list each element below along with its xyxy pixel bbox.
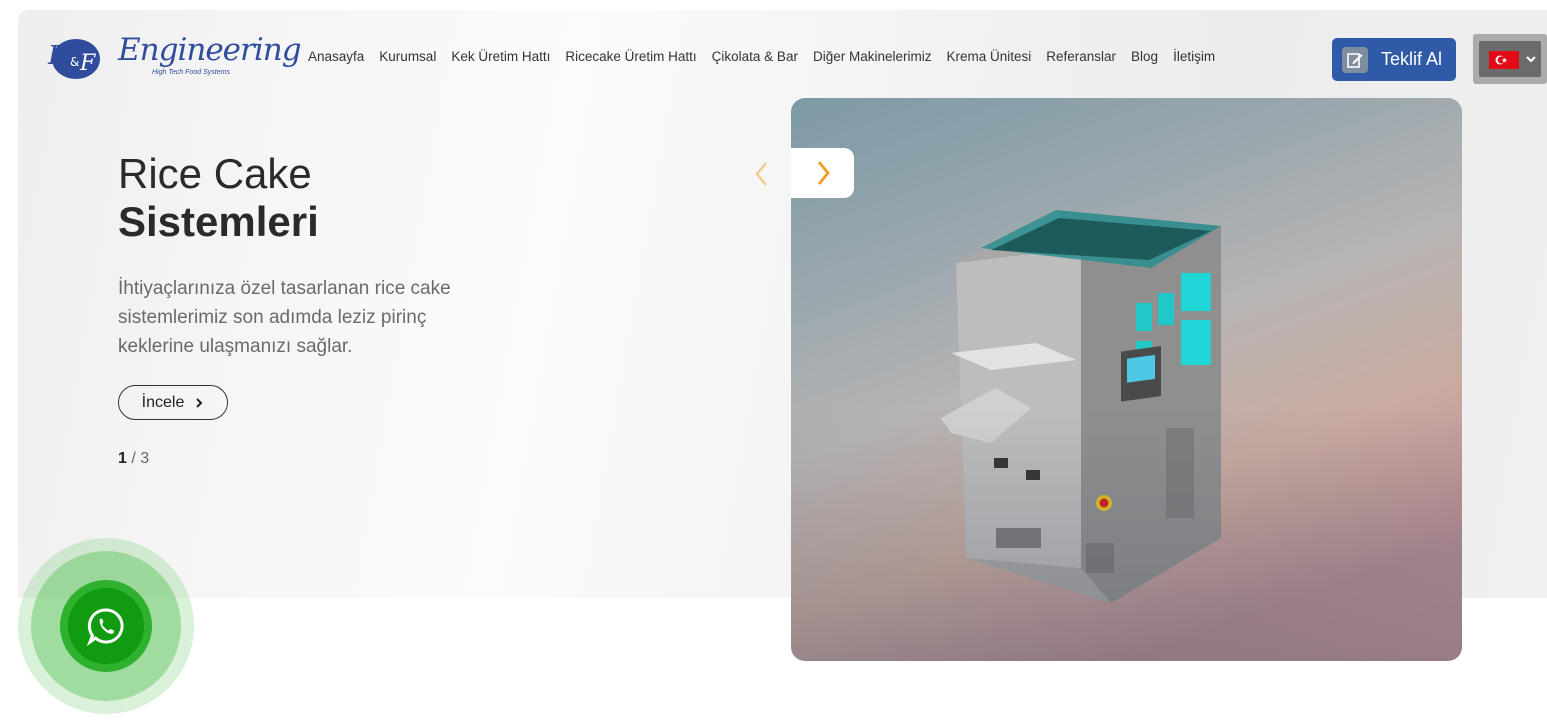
chevron-right-icon xyxy=(196,397,203,408)
nav-item-cikolata-bar[interactable]: Çikolata & Bar xyxy=(712,49,798,64)
nav-item-blog[interactable]: Blog xyxy=(1131,49,1158,64)
teklif-al-button[interactable]: Teklif Al xyxy=(1332,38,1456,81)
svg-text:B: B xyxy=(47,41,67,71)
hero-title-light: Rice Cake xyxy=(118,150,312,197)
slider-next-button[interactable] xyxy=(791,148,854,198)
hero-description: İhtiyaçlarınıza özel tasarlanan rice cak… xyxy=(118,278,451,357)
bf-logo-icon: B & F xyxy=(47,39,100,79)
nav-item-ricecake-uretim-hatti[interactable]: Ricecake Üretim Hattı xyxy=(565,49,696,64)
chevron-right-icon xyxy=(817,161,830,185)
hero-title-bold: Sistemleri xyxy=(118,198,319,245)
nav-item-kek-uretim-hatti[interactable]: Kek Üretim Hattı xyxy=(451,49,550,64)
svg-text:&: & xyxy=(70,55,79,69)
logo-tagline: High Tech Food Systems xyxy=(152,69,230,76)
incele-button[interactable]: İncele xyxy=(118,385,228,420)
logo-text: Engineering xyxy=(118,32,302,68)
edit-document-icon xyxy=(1342,47,1368,73)
chevron-down-icon xyxy=(1526,56,1536,63)
nav-item-kurumsal[interactable]: Kurumsal xyxy=(379,49,436,64)
slide-image xyxy=(791,98,1462,661)
nav-item-iletisim[interactable]: İletişim xyxy=(1173,49,1215,64)
whatsapp-icon xyxy=(86,608,124,646)
slide-image-shade xyxy=(791,98,1462,661)
language-select-inner xyxy=(1479,41,1541,77)
logo[interactable]: B & F Engineering High Tech Food Systems xyxy=(40,30,302,86)
incele-label: İncele xyxy=(141,393,185,411)
svg-text:F: F xyxy=(79,51,96,76)
slider-prev-button[interactable] xyxy=(740,150,784,198)
main-nav: Anasayfa Kurumsal Kek Üretim Hattı Ricec… xyxy=(308,49,1230,64)
turkey-flag-icon xyxy=(1489,51,1519,69)
nav-item-krema-unitesi[interactable]: Krema Ünitesi xyxy=(946,49,1031,64)
slide-counter-current: 1 xyxy=(118,450,127,467)
site-header: B & F Engineering High Tech Food Systems… xyxy=(0,0,1547,100)
nav-item-anasayfa[interactable]: Anasayfa xyxy=(308,49,364,64)
language-select[interactable] xyxy=(1473,34,1547,84)
slide-counter-total: / 3 xyxy=(126,450,150,467)
whatsapp-button[interactable] xyxy=(60,580,152,672)
teklif-al-label: Teklif Al xyxy=(1381,49,1443,69)
nav-item-referanslar[interactable]: Referanslar xyxy=(1046,49,1116,64)
nav-item-diger-makinelerimiz[interactable]: Diğer Makinelerimiz xyxy=(813,49,932,64)
chevron-left-icon xyxy=(755,162,767,186)
slide-counter: 1 / 3 xyxy=(118,450,149,468)
